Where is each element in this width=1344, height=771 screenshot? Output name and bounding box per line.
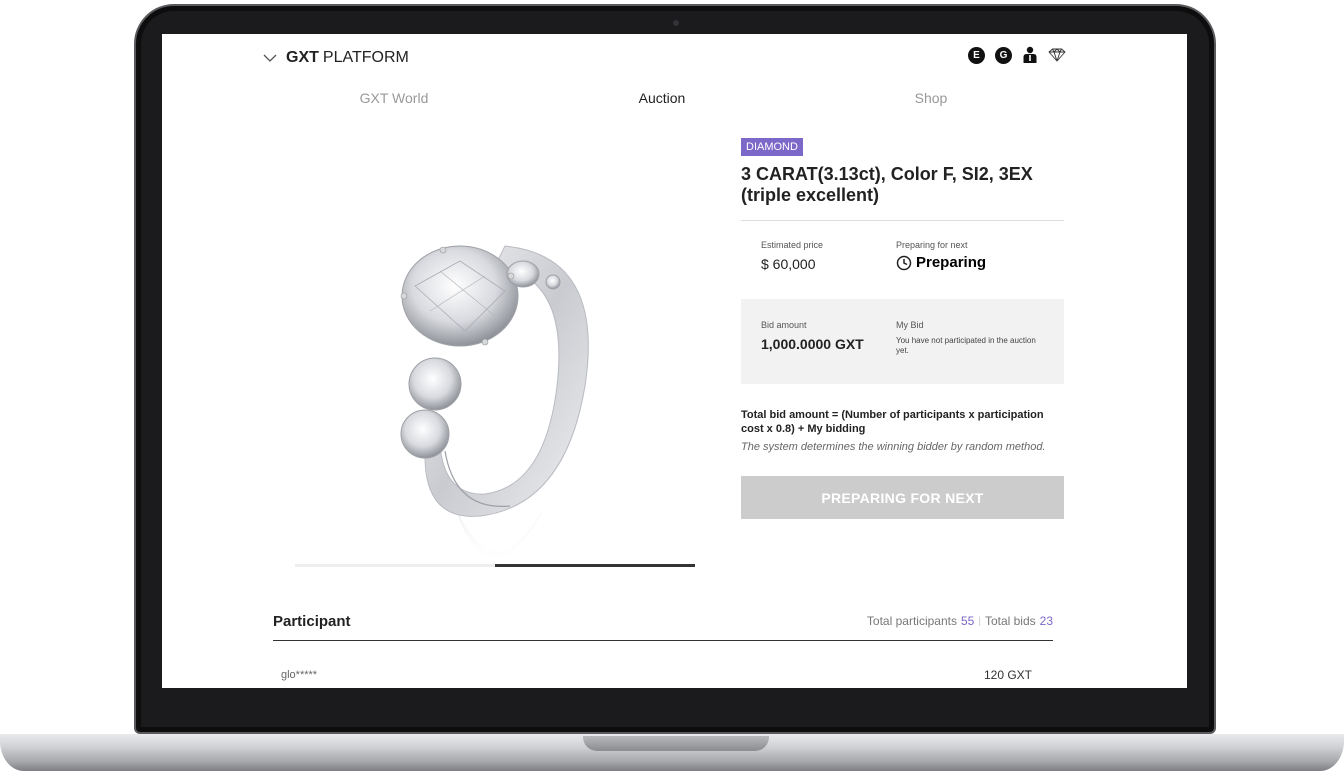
image-slider-indicator bbox=[495, 564, 695, 567]
product-info-panel: DIAMOND 3 CARAT(3.13ct), Color F, SI2, 3… bbox=[741, 137, 1064, 519]
clock-icon bbox=[896, 255, 912, 270]
participant-heading: Participant bbox=[273, 613, 351, 630]
winner-note: The system determines the winning bidder… bbox=[741, 441, 1046, 453]
tab-auction[interactable]: Auction bbox=[639, 90, 686, 106]
my-bid-label: My Bid bbox=[896, 320, 924, 330]
laptop-notch bbox=[583, 736, 769, 751]
tab-gxt-world[interactable]: GXT World bbox=[360, 90, 429, 106]
e-coin-icon[interactable]: E bbox=[968, 46, 985, 64]
brand-menu[interactable]: GXT PLATFORM bbox=[262, 49, 409, 67]
tab-shop[interactable]: Shop bbox=[915, 90, 948, 106]
header-icons: E G bbox=[968, 46, 1066, 64]
chevron-down-icon bbox=[263, 54, 277, 62]
bid-amount-value: 1,000.0000 GXT bbox=[761, 336, 864, 352]
total-participants-label: Total participants bbox=[866, 614, 957, 628]
my-bid-note: You have not participated in the auction… bbox=[896, 336, 1036, 355]
brand-rest: PLATFORM bbox=[322, 49, 409, 66]
screen: GXT PLATFORM E G GXT World Auction Shop bbox=[162, 34, 1187, 688]
participant-amount: 120 GXT bbox=[983, 668, 1032, 682]
estimated-price-label: Estimated price bbox=[761, 240, 824, 250]
webcam bbox=[673, 20, 679, 26]
preparing-for-next-button[interactable]: PREPARING FOR NEXT bbox=[741, 476, 1064, 519]
user-icon[interactable] bbox=[1022, 46, 1038, 64]
bid-amount-label: Bid amount bbox=[761, 320, 807, 330]
stats-separator: | bbox=[978, 615, 981, 627]
participant-stats: Total participants 55 | Total bids 23 bbox=[867, 614, 1053, 628]
product-title: 3 CARAT(3.13ct), Color F, SI2, 3EX (trip… bbox=[741, 164, 1033, 205]
auction-status: Preparing for next Preparing bbox=[896, 240, 1031, 298]
total-participants-value: 55 bbox=[960, 614, 975, 628]
participant-user: glo***** bbox=[281, 669, 318, 681]
category-badge: DIAMOND bbox=[741, 138, 803, 156]
total-bids-value: 23 bbox=[1039, 614, 1053, 628]
brand-bold: GXT bbox=[286, 49, 319, 66]
bid-formula: Total bid amount = (Number of participan… bbox=[741, 409, 1044, 435]
status-text: Preparing bbox=[916, 254, 987, 271]
status-label: Preparing for next bbox=[896, 240, 968, 250]
total-bids-label: Total bids bbox=[984, 614, 1036, 628]
participant-divider bbox=[273, 640, 1053, 641]
g-coin-icon[interactable]: G bbox=[995, 46, 1012, 64]
bid-info-box: Bid amount 1,000.0000 GXT My Bid You hav… bbox=[741, 299, 1064, 384]
status-value: Preparing bbox=[896, 254, 1031, 271]
diamond-icon[interactable] bbox=[1048, 48, 1066, 62]
bid-amount: Bid amount 1,000.0000 GXT bbox=[761, 320, 896, 384]
price-status-row: Estimated price $ 60,000 Preparing for n… bbox=[741, 221, 1064, 298]
my-bid: My Bid You have not participated in the … bbox=[896, 320, 1036, 384]
estimated-price: Estimated price $ 60,000 bbox=[761, 240, 896, 298]
estimated-price-value: $ 60,000 bbox=[761, 256, 816, 272]
product-ring-image[interactable] bbox=[295, 126, 695, 586]
